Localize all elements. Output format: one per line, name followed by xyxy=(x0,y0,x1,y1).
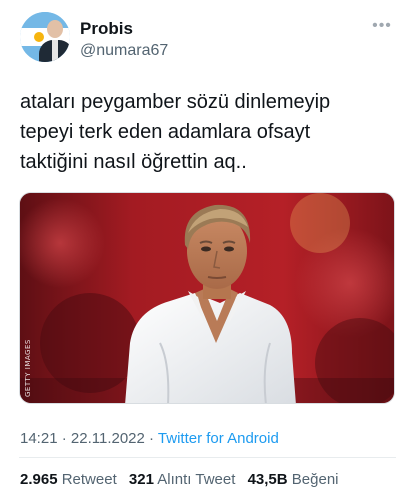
quotes-count: 321 xyxy=(128,471,154,488)
divider xyxy=(19,457,396,458)
meta-separator: · xyxy=(57,430,71,447)
tweet-time: 14:21 xyxy=(20,430,58,447)
media-watermark: GETTY IMAGES xyxy=(24,339,32,397)
tweet-date: 22.11.2022 xyxy=(70,430,145,447)
retweets-stat[interactable]: 2.965 Retweet xyxy=(20,471,117,488)
likes-label: Beğeni xyxy=(291,471,339,488)
quotes-label: Alıntı Tweet xyxy=(157,471,236,488)
likes-count: 43,5B xyxy=(247,471,288,488)
tweet-header: Probis @numara67 ••• xyxy=(18,10,398,68)
tweet-stats: 2.965 Retweet 321 Alıntı Tweet 43,5B Beğ… xyxy=(20,470,347,490)
tweet-text: ataları peygamber sözü dinlemeyip tepeyi… xyxy=(20,91,331,173)
avatar-person-head xyxy=(47,20,63,38)
retweets-count: 2.965 xyxy=(20,471,58,488)
tweet-media[interactable]: GETTY IMAGES xyxy=(19,192,395,404)
retweets-label: Retweet xyxy=(61,471,117,488)
quote-tweets-stat[interactable]: 321 Alıntı Tweet xyxy=(129,471,235,488)
avatar-person-shirt xyxy=(52,40,58,62)
avatar-sun xyxy=(34,32,44,42)
user-display-name[interactable]: Probis xyxy=(80,19,133,39)
avatar[interactable] xyxy=(20,12,70,62)
more-horizontal-icon[interactable]: ••• xyxy=(370,16,394,36)
tweet-source-link[interactable]: Twitter for Android xyxy=(158,430,279,447)
tweet-meta: 14:21 · 22.11.2022 · Twitter for Android xyxy=(20,429,279,449)
user-handle[interactable]: @numara67 xyxy=(80,41,168,61)
meta-separator: · xyxy=(144,430,158,447)
likes-stat[interactable]: 43,5B Beğeni xyxy=(248,471,339,488)
media-photo xyxy=(20,193,394,403)
